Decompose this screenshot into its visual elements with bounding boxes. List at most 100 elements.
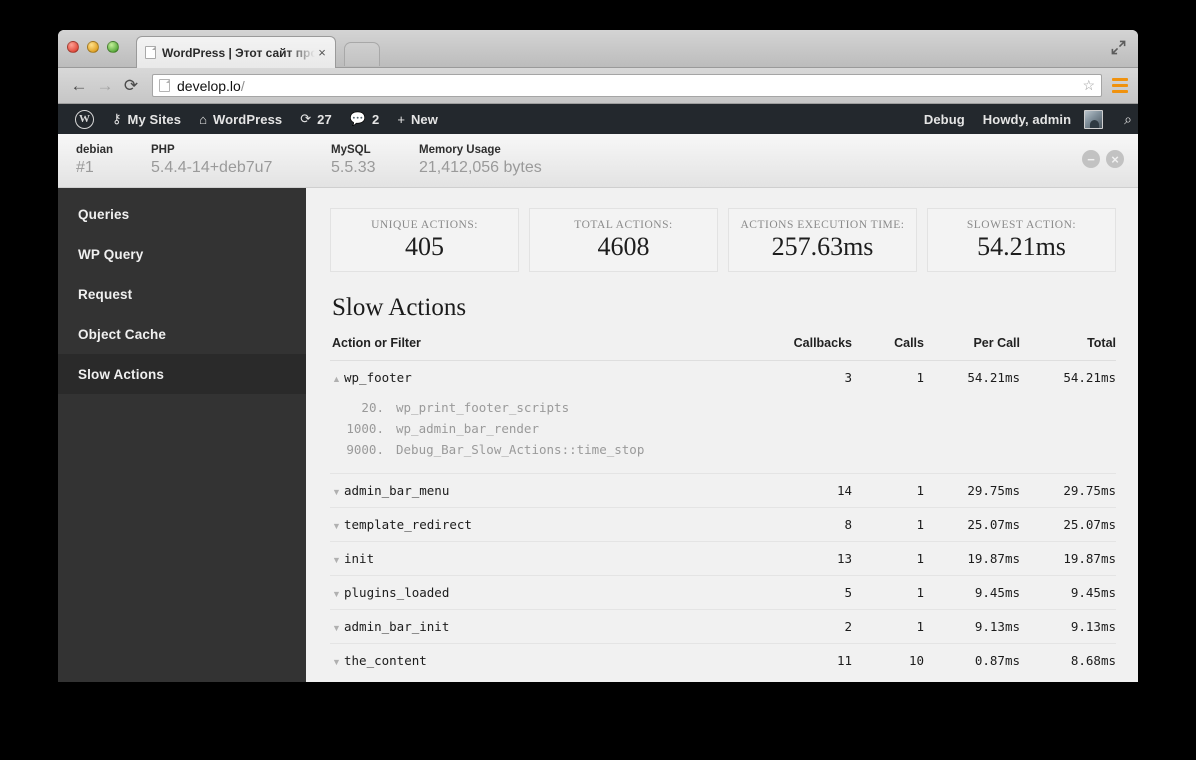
forward-button[interactable]: →: [92, 73, 118, 99]
adminbar-label: 27: [317, 111, 332, 127]
page-icon: [159, 79, 170, 92]
wp-admin-bar: W ⚷ My Sites ⌂ WordPress ⟳ 27 💬 2 + New: [58, 104, 1138, 134]
sidebar-item-slow-actions[interactable]: Slow Actions: [58, 354, 306, 394]
action-name-cell[interactable]: ▼ the_content: [330, 643, 752, 678]
page-icon: [145, 46, 156, 59]
calls-cell: 1: [852, 541, 924, 576]
action-name-cell[interactable]: ▼ admin_bar_init: [330, 609, 752, 644]
content-bottom-edge: [306, 676, 1138, 682]
wordpress-logo-icon: W: [75, 109, 94, 129]
stat-caption: Unique actions:: [371, 218, 478, 231]
stat-value: 405: [405, 231, 444, 261]
action-name-cell[interactable]: ▼ plugins_loaded: [330, 575, 752, 610]
table-row[interactable]: ▼ admin_bar_menu 14 1 29.75ms 29.75ms: [330, 473, 1116, 508]
chevron-down-icon[interactable]: ▼: [332, 555, 344, 565]
table-row[interactable]: ▼ admin_bar_init 2 1 9.13ms 9.13ms: [330, 609, 1116, 644]
hamburger-menu-icon[interactable]: [1110, 75, 1130, 97]
browser-window: WordPress | Этот сайт про × ← → ⟳ develo…: [58, 30, 1138, 682]
chevron-down-icon[interactable]: ▼: [332, 487, 344, 497]
calls-cell: 10: [852, 643, 924, 678]
calls-cell: 1: [852, 473, 924, 508]
per-call-cell: 9.13ms: [924, 609, 1020, 644]
search-icon[interactable]: ⌕: [1124, 111, 1132, 128]
update-icon: ⟳: [300, 111, 312, 126]
callback-priority: 1000.: [346, 421, 384, 436]
debugbar-cell-php: PHP 5.4.4-14+deb7u7: [151, 143, 331, 178]
minimize-window-button[interactable]: [87, 41, 99, 53]
sidebar-item-label: Queries: [78, 206, 130, 222]
stat-value: 54.21ms: [977, 231, 1066, 261]
chevron-down-icon[interactable]: ▼: [332, 521, 344, 531]
browser-tab-active[interactable]: WordPress | Этот сайт про ×: [136, 36, 336, 68]
bookmark-star-icon[interactable]: ☆: [1082, 77, 1095, 94]
plus-icon: +: [397, 111, 405, 127]
adminbar-label: New: [410, 111, 438, 127]
adminbar-item-comments[interactable]: 💬 2: [341, 104, 389, 134]
debug-bar-body: Queries WP Query Request Object Cache Sl…: [58, 188, 1138, 682]
callback-list-item: 20. wp_print_footer_scripts: [332, 397, 752, 418]
sidebar-item-queries[interactable]: Queries: [58, 194, 306, 234]
sidebar-item-request[interactable]: Request: [58, 274, 306, 314]
debug-bar-content: Unique actions: 405 Total actions: 4608 …: [306, 188, 1138, 682]
stat-value: 4608: [597, 231, 650, 261]
per-call-cell: 0.87ms: [924, 643, 1020, 678]
action-name-cell[interactable]: ▼ admin_bar_menu: [330, 473, 752, 508]
table-row[interactable]: ▼ template_redirect 8 1 25.07ms 25.07ms: [330, 507, 1116, 542]
adminbar-item-my-account[interactable]: Howdy, admin: [974, 104, 1112, 134]
maximize-icon[interactable]: [1111, 40, 1126, 55]
adminbar-item-updates[interactable]: ⟳ 27: [291, 104, 341, 134]
page-title: Slow Actions: [332, 294, 467, 321]
adminbar-item-debug[interactable]: Debug: [915, 104, 974, 134]
close-tab-button[interactable]: ×: [315, 46, 329, 59]
browser-tab-title: WordPress | Этот сайт про: [162, 45, 315, 60]
slow-actions-table-body: ▲ wp_footer 20. wp_print_footer_scripts 1000…: [330, 360, 1116, 678]
column-header-action[interactable]: Action or Filter: [330, 336, 752, 361]
howdy-label: Howdy, admin: [982, 111, 1072, 127]
chevron-down-icon[interactable]: ▼: [332, 589, 344, 599]
debug-bar-info-strip: debian #1 PHP 5.4.4-14+deb7u7 MySQL 5.5.…: [58, 134, 1138, 188]
url-host: develop.lo: [177, 77, 241, 94]
action-name-cell[interactable]: ▼ template_redirect: [330, 507, 752, 542]
debugbar-key: MySQL: [331, 144, 371, 156]
table-row[interactable]: ▼ the_content 11 10 0.87ms 8.68ms: [330, 643, 1116, 678]
table-row[interactable]: ▲ wp_footer 20. wp_print_footer_scripts 1000…: [330, 360, 1116, 474]
column-header-total[interactable]: Total: [1020, 336, 1116, 361]
action-name: template_redirect: [344, 517, 472, 532]
table-row[interactable]: ▼ init 13 1 19.87ms 19.87ms: [330, 541, 1116, 576]
sidebar-item-label: Object Cache: [78, 326, 167, 342]
debugbar-cell-memory: Memory Usage 21,412,056 bytes: [419, 143, 542, 178]
wp-logo-menu[interactable]: W: [66, 104, 103, 134]
adminbar-item-new-content[interactable]: + New: [388, 104, 447, 134]
action-name: admin_bar_menu: [344, 483, 450, 498]
callbacks-cell: 14: [752, 473, 852, 508]
total-cell: 9.13ms: [1020, 609, 1116, 644]
minimize-panel-button[interactable]: −: [1082, 150, 1100, 168]
action-name: the_content: [344, 653, 427, 668]
close-panel-button[interactable]: ×: [1106, 150, 1124, 168]
back-button[interactable]: ←: [66, 73, 92, 99]
column-header-calls[interactable]: Calls: [852, 336, 924, 361]
chevron-up-icon[interactable]: ▲: [332, 374, 344, 384]
column-header-per-call[interactable]: Per Call: [924, 336, 1020, 361]
new-tab-button[interactable]: [344, 42, 380, 66]
address-bar[interactable]: develop.lo/ ☆: [152, 74, 1102, 97]
adminbar-item-site-name[interactable]: ⌂ WordPress: [190, 104, 291, 134]
column-header-callbacks[interactable]: Callbacks: [752, 336, 852, 361]
debugbar-key: PHP: [151, 144, 175, 156]
chevron-down-icon[interactable]: ▼: [332, 657, 344, 667]
adminbar-item-my-sites[interactable]: ⚷ My Sites: [103, 104, 190, 134]
sidebar-item-object-cache[interactable]: Object Cache: [58, 314, 306, 354]
stat-caption: Slowest action:: [966, 218, 1077, 231]
chevron-down-icon[interactable]: ▼: [332, 623, 344, 633]
total-cell: 29.75ms: [1020, 473, 1116, 508]
callbacks-cell: 3: [752, 360, 852, 474]
sidebar-item-wp-query[interactable]: WP Query: [58, 234, 306, 274]
action-name-cell[interactable]: ▼ init: [330, 541, 752, 576]
action-name-cell[interactable]: ▲ wp_footer 20. wp_print_footer_scripts 1000…: [330, 360, 752, 474]
table-row[interactable]: ▼ plugins_loaded 5 1 9.45ms 9.45ms: [330, 575, 1116, 610]
close-window-button[interactable]: [67, 41, 79, 53]
total-cell: 9.45ms: [1020, 575, 1116, 610]
zoom-window-button[interactable]: [107, 41, 119, 53]
callbacks-cell: 8: [752, 507, 852, 542]
reload-button[interactable]: ⟳: [118, 73, 144, 99]
